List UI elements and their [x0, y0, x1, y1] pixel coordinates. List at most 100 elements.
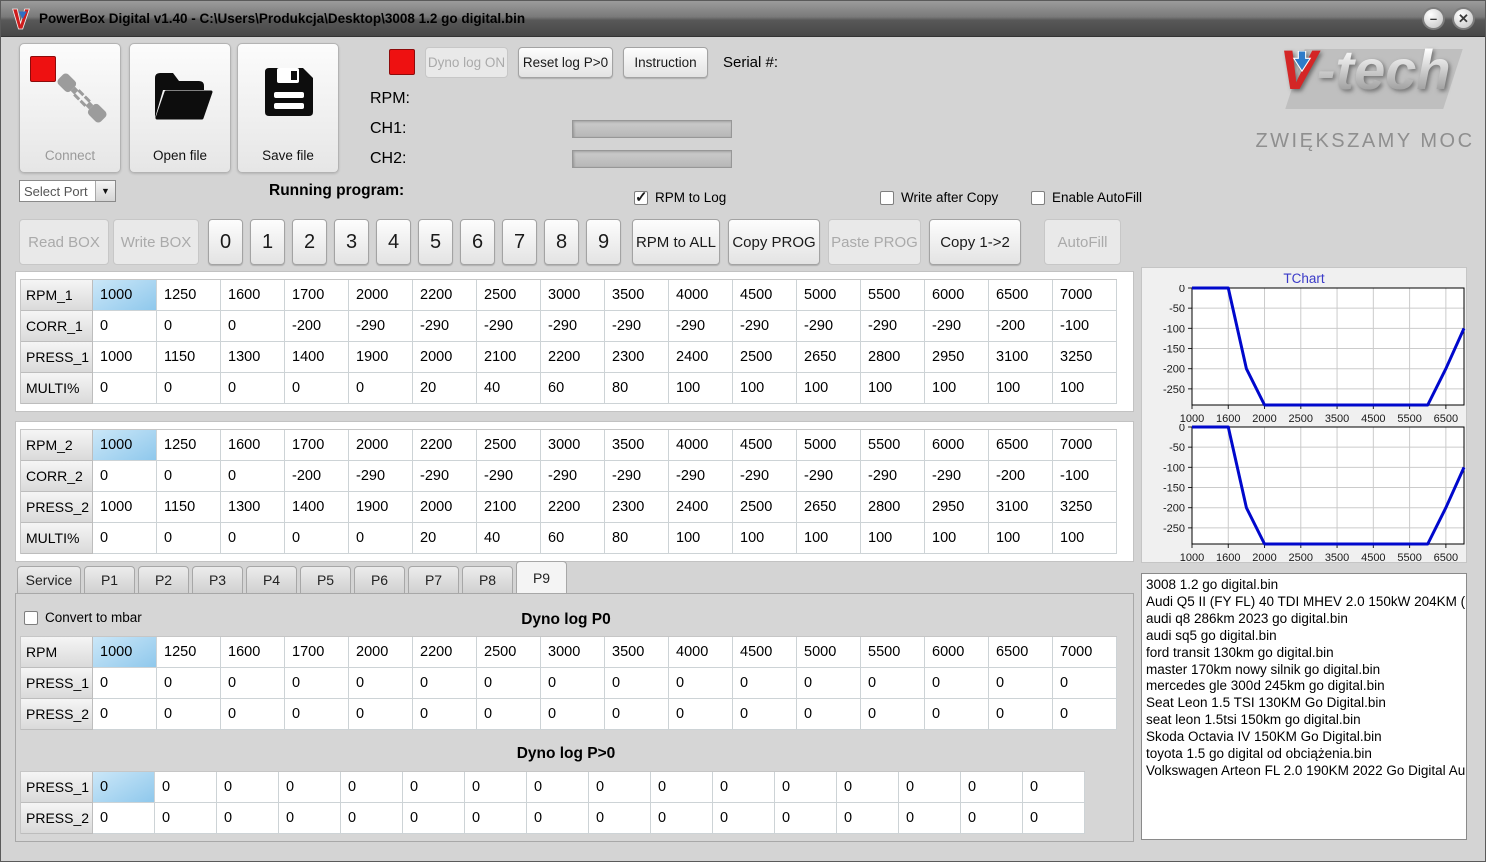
table-cell[interactable]: 0 [775, 772, 837, 803]
digit-button-1[interactable]: 1 [250, 219, 285, 265]
table-cell[interactable]: 3100 [989, 342, 1053, 373]
table-cell[interactable]: 6500 [989, 430, 1053, 461]
checkbox-box[interactable] [634, 188, 648, 206]
tab-p1[interactable]: P1 [84, 566, 135, 593]
table-cell[interactable]: 6000 [925, 280, 989, 311]
table-cell[interactable]: 1000 [93, 430, 157, 461]
instruction-button[interactable]: Instruction [623, 47, 708, 78]
table-cell[interactable]: -290 [541, 461, 605, 492]
table-cell[interactable]: 100 [797, 373, 861, 404]
tab-p2[interactable]: P2 [138, 566, 189, 593]
file-list[interactable]: 3008 1.2 go digital.bin Audi Q5 II (FY FL… [1141, 573, 1467, 840]
table-cell[interactable]: 2000 [349, 280, 413, 311]
digit-button-2[interactable]: 2 [292, 219, 327, 265]
file-list-item[interactable]: ford transit 130km go digital.bin [1146, 645, 1462, 662]
table-cell[interactable]: 0 [477, 699, 541, 730]
digit-button-7[interactable]: 7 [502, 219, 537, 265]
table-cell[interactable]: 40 [477, 373, 541, 404]
table-cell[interactable]: 7000 [1053, 637, 1117, 668]
table-cell[interactable]: 2500 [477, 280, 541, 311]
table-cell[interactable]: 2950 [925, 492, 989, 523]
table-cell[interactable]: 5500 [861, 637, 925, 668]
table-cell[interactable]: 3100 [989, 492, 1053, 523]
file-list-item[interactable]: Skoda Octavia IV 150KM Go Digital.bin [1146, 729, 1462, 746]
close-button[interactable]: ✕ [1452, 7, 1475, 30]
table-cell[interactable]: 0 [221, 311, 285, 342]
digit-button-6[interactable]: 6 [460, 219, 495, 265]
tab-p9[interactable]: P9 [516, 561, 567, 593]
table-cell[interactable]: 0 [733, 699, 797, 730]
reset-log-button[interactable]: Reset log P>0 [518, 47, 613, 78]
table-cell[interactable]: 1150 [157, 492, 221, 523]
table-cell[interactable]: 0 [349, 668, 413, 699]
rpm-to-log-checkbox[interactable]: RPM to Log [634, 188, 726, 206]
table-cell[interactable]: 2500 [477, 430, 541, 461]
table-cell[interactable]: 0 [279, 772, 341, 803]
table-cell[interactable]: 5000 [797, 280, 861, 311]
table-cell[interactable]: 1300 [221, 492, 285, 523]
table-cell[interactable]: 0 [713, 772, 775, 803]
table-cell[interactable]: 2200 [413, 430, 477, 461]
table-cell[interactable]: -290 [477, 311, 541, 342]
table-cell[interactable]: 1700 [285, 430, 349, 461]
table-cell[interactable]: 2800 [861, 492, 925, 523]
table-cell[interactable]: -100 [1053, 461, 1117, 492]
table-cell[interactable]: 0 [413, 699, 477, 730]
table-cell[interactable]: 1150 [157, 342, 221, 373]
table-cell[interactable]: 2000 [349, 637, 413, 668]
table-cell[interactable]: 100 [669, 373, 733, 404]
table-cell[interactable]: 100 [989, 373, 1053, 404]
digit-button-5[interactable]: 5 [418, 219, 453, 265]
table-cell[interactable]: 0 [157, 699, 221, 730]
table-cell[interactable]: -290 [541, 311, 605, 342]
table-cell[interactable]: 0 [797, 699, 861, 730]
table-cell[interactable]: 1600 [221, 430, 285, 461]
table-cell[interactable]: 100 [989, 523, 1053, 554]
table-cell[interactable]: 1250 [157, 280, 221, 311]
file-list-item[interactable]: 3008 1.2 go digital.bin [1146, 577, 1462, 594]
table-cell[interactable]: 2950 [925, 342, 989, 373]
table-cell[interactable]: 7000 [1053, 280, 1117, 311]
tab-p3[interactable]: P3 [192, 566, 243, 593]
table-cell[interactable]: 0 [157, 311, 221, 342]
table-cell[interactable]: 100 [861, 523, 925, 554]
table-cell[interactable]: 20 [413, 373, 477, 404]
table-cell[interactable]: 0 [527, 772, 589, 803]
table-cell[interactable]: 1400 [285, 342, 349, 373]
table-cell[interactable]: 0 [93, 772, 155, 803]
table-cell[interactable]: 3000 [541, 637, 605, 668]
select-port-dropdown[interactable]: Select Port ▼ [19, 180, 116, 202]
table-cell[interactable]: 0 [899, 772, 961, 803]
file-list-item[interactable]: Volkswagen Arteon FL 2.0 190KM 2022 Go D… [1146, 763, 1465, 780]
table-cell[interactable]: 0 [1053, 668, 1117, 699]
table-cell[interactable]: 60 [541, 523, 605, 554]
table-cell[interactable]: 0 [589, 803, 651, 834]
tab-p6[interactable]: P6 [354, 566, 405, 593]
table-cell[interactable]: -290 [605, 311, 669, 342]
checkbox-box[interactable] [1031, 190, 1045, 205]
table-cell[interactable]: -290 [669, 461, 733, 492]
table-cell[interactable]: 2000 [413, 492, 477, 523]
table-cell[interactable]: 0 [669, 699, 733, 730]
table-cell[interactable]: 0 [797, 668, 861, 699]
table-cell[interactable]: 1300 [221, 342, 285, 373]
table-cell[interactable]: 0 [221, 668, 285, 699]
table-cell[interactable]: 0 [541, 668, 605, 699]
table-cell[interactable]: 0 [925, 668, 989, 699]
digit-button-3[interactable]: 3 [334, 219, 369, 265]
table-cell[interactable]: -290 [797, 461, 861, 492]
table-cell[interactable]: 0 [961, 772, 1023, 803]
table-cell[interactable]: 1900 [349, 342, 413, 373]
file-list-item[interactable]: master 170km nowy silnik go digital.bin [1146, 662, 1462, 679]
table-cell[interactable]: 1900 [349, 492, 413, 523]
table-cell[interactable]: 4000 [669, 280, 733, 311]
table-cell[interactable]: 0 [733, 668, 797, 699]
file-list-item[interactable]: toyota 1.5 go digital od obciążenia.bin [1146, 746, 1462, 763]
table-cell[interactable]: 0 [651, 772, 713, 803]
table-cell[interactable]: 0 [93, 803, 155, 834]
table-cell[interactable]: 0 [285, 699, 349, 730]
table-cell[interactable]: 2000 [413, 342, 477, 373]
table-cell[interactable]: 0 [157, 668, 221, 699]
table-cell[interactable]: 1000 [93, 637, 157, 668]
table-cell[interactable]: 0 [157, 461, 221, 492]
